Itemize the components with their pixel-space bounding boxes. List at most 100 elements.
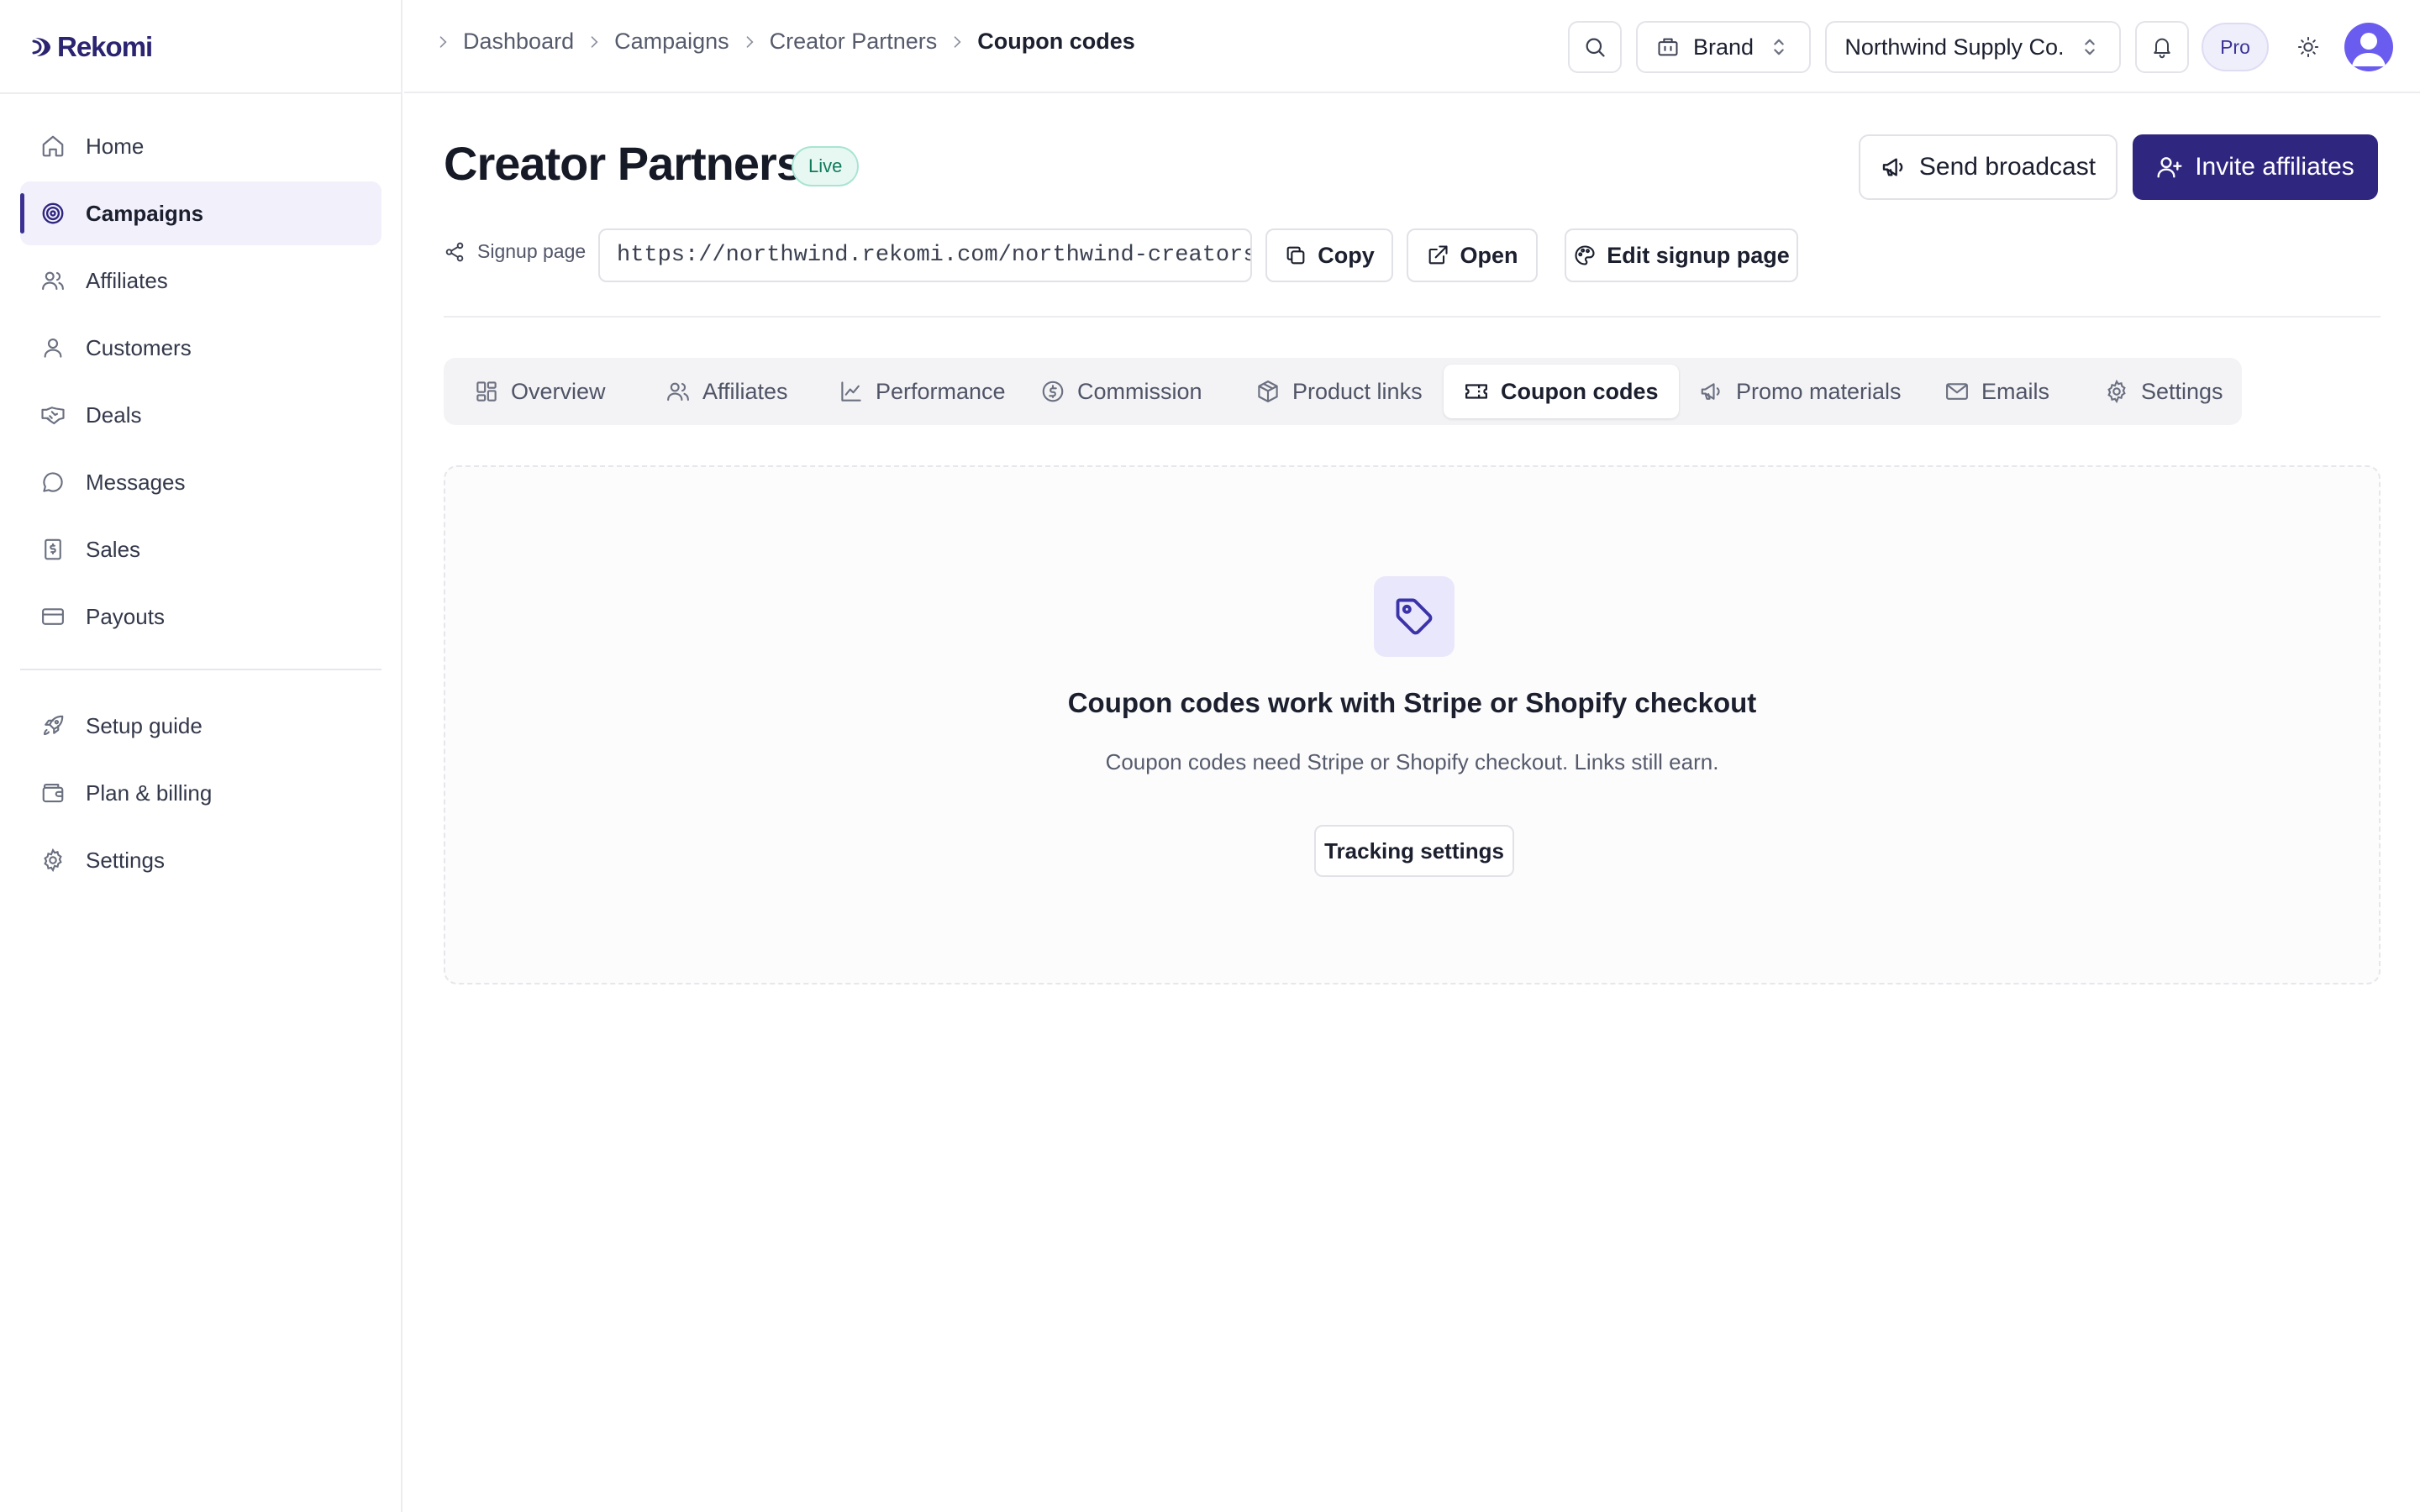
handshake-icon bbox=[41, 407, 65, 425]
tab-label: Coupon codes bbox=[1501, 378, 1659, 404]
open-url-button[interactable]: Open bbox=[1407, 228, 1538, 282]
share-icon bbox=[445, 242, 464, 261]
sidebar-item-payouts[interactable]: Payouts bbox=[20, 585, 381, 648]
sidebar-item-customers[interactable]: Customers bbox=[20, 316, 381, 380]
sidebar-item-label: Payouts bbox=[86, 603, 165, 629]
sidebar-item-home[interactable]: Home bbox=[20, 114, 381, 178]
sidebar-item-label: Plan & billing bbox=[86, 780, 213, 806]
megaphone-icon bbox=[1882, 158, 1903, 176]
sidebar-item-settings[interactable]: Settings bbox=[20, 828, 381, 892]
sidebar-item-label: Campaigns bbox=[86, 200, 204, 226]
breadcrumb-campaigns[interactable]: Campaigns bbox=[614, 29, 729, 55]
section-divider bbox=[444, 316, 2381, 318]
gear-icon bbox=[44, 848, 62, 873]
bell-icon bbox=[2154, 38, 2170, 59]
campaign-tabs: Overview Affiliates Performance Commissi… bbox=[444, 358, 2242, 425]
empty-state-card: Coupon codes work with Stripe or Shopify… bbox=[444, 465, 2381, 984]
tab-settings[interactable]: Settings bbox=[2084, 365, 2244, 418]
breadcrumb-dashboard[interactable]: Dashboard bbox=[463, 29, 574, 55]
tab-performance[interactable]: Performance bbox=[818, 365, 1026, 418]
send-broadcast-button[interactable]: Send broadcast bbox=[1859, 134, 2118, 200]
logo-mark-icon bbox=[32, 38, 50, 56]
notifications-button[interactable] bbox=[2135, 21, 2189, 73]
sidebar-item-plan-billing[interactable]: Plan & billing bbox=[20, 761, 381, 825]
tab-label: Promo materials bbox=[1736, 378, 1902, 404]
invite-affiliates-button[interactable]: Invite affiliates bbox=[2133, 134, 2378, 200]
tab-affiliates[interactable]: Affiliates bbox=[645, 365, 808, 418]
theme-toggle-button[interactable] bbox=[2281, 21, 2335, 73]
status-badge: Live bbox=[792, 146, 860, 186]
open-label: Open bbox=[1460, 242, 1518, 268]
chevron-right-icon bbox=[954, 35, 961, 48]
dollar-circle-icon bbox=[1042, 381, 1064, 402]
plan-badge[interactable]: Pro bbox=[2202, 23, 2269, 71]
wallet-icon bbox=[42, 783, 64, 803]
search-button[interactable] bbox=[1568, 21, 1622, 73]
sidebar-item-label: Customers bbox=[86, 334, 192, 360]
signup-url-field[interactable]: https://northwind.rekomi.com/northwind-c… bbox=[598, 228, 1252, 282]
edit-signup-page-button[interactable]: Edit signup page bbox=[1565, 228, 1798, 282]
sidebar-item-deals[interactable]: Deals bbox=[20, 383, 381, 447]
avatar[interactable] bbox=[2344, 23, 2393, 71]
tab-promo-materials[interactable]: Promo materials bbox=[1679, 365, 1922, 418]
copy-label: Copy bbox=[1318, 242, 1375, 268]
chevron-up-down-icon bbox=[2084, 39, 2095, 55]
package-icon bbox=[1258, 381, 1278, 402]
tab-commission[interactable]: Commission bbox=[1020, 365, 1223, 418]
tab-label: Emails bbox=[1981, 378, 2050, 404]
receipt-icon bbox=[45, 538, 61, 560]
sidebar-item-label: Sales bbox=[86, 536, 141, 562]
sun-icon bbox=[2297, 36, 2319, 58]
tab-label: Performance bbox=[876, 378, 1006, 404]
mail-icon bbox=[1946, 383, 1968, 400]
tracking-settings-button[interactable]: Tracking settings bbox=[1314, 825, 1514, 877]
megaphone-icon bbox=[1701, 383, 1720, 400]
tab-emails[interactable]: Emails bbox=[1924, 365, 2070, 418]
chevron-up-down-icon bbox=[1774, 39, 1784, 55]
target-icon bbox=[42, 202, 64, 224]
palette-icon bbox=[1575, 245, 1595, 265]
sidebar-item-label: Home bbox=[86, 133, 145, 159]
message-icon bbox=[43, 472, 63, 492]
users-icon bbox=[667, 382, 689, 402]
sidebar-divider bbox=[0, 92, 402, 94]
mode-switcher[interactable]: Brand bbox=[1636, 21, 1811, 73]
page-title: Creator Partners bbox=[444, 137, 802, 190]
chevron-right-icon bbox=[591, 35, 598, 48]
empty-state-title: Coupon codes work with Stripe or Shopify… bbox=[1067, 687, 1757, 718]
logo[interactable]: Rekomi bbox=[30, 30, 153, 64]
sidebar-item-label: Settings bbox=[86, 847, 165, 873]
tab-product-links[interactable]: Product links bbox=[1235, 365, 1443, 418]
copy-url-button[interactable]: Copy bbox=[1265, 228, 1393, 282]
sidebar-item-label: Setup guide bbox=[86, 712, 203, 738]
sidebar-item-setup-guide[interactable]: Setup guide bbox=[20, 694, 381, 758]
external-link-icon bbox=[1429, 245, 1449, 265]
rocket-icon bbox=[43, 715, 64, 736]
signup-page-label: Signup page bbox=[444, 240, 586, 263]
tab-label: Overview bbox=[511, 378, 606, 404]
ticket-icon bbox=[1465, 384, 1487, 399]
send-broadcast-label: Send broadcast bbox=[1918, 153, 2096, 181]
mode-label: Brand bbox=[1692, 34, 1754, 60]
tab-overview[interactable]: Overview bbox=[454, 365, 626, 418]
empty-state-description: Coupon codes need Stripe or Shopify chec… bbox=[1105, 749, 1719, 774]
sidebar-item-campaigns[interactable]: Campaigns bbox=[20, 181, 381, 245]
top-header: Dashboard Campaigns Creator Partners Cou… bbox=[404, 0, 2420, 93]
sidebar-divider bbox=[20, 669, 381, 670]
workspace-label: Northwind Supply Co. bbox=[1844, 34, 2065, 60]
sidebar-item-sales[interactable]: Sales bbox=[20, 517, 381, 581]
grid-icon bbox=[476, 381, 497, 402]
empty-state-icon bbox=[1374, 576, 1455, 657]
chart-line-icon bbox=[841, 381, 861, 402]
tab-coupon-codes[interactable]: Coupon codes bbox=[1444, 365, 1679, 418]
credit-card-icon bbox=[42, 608, 64, 625]
sidebar-item-affiliates[interactable]: Affiliates bbox=[20, 249, 381, 312]
users-icon bbox=[42, 271, 64, 291]
sidebar-item-messages[interactable]: Messages bbox=[20, 450, 381, 514]
breadcrumb-current: Coupon codes bbox=[977, 29, 1135, 54]
sidebar-item-label: Affiliates bbox=[86, 267, 168, 293]
sidebar-item-label: Deals bbox=[86, 402, 142, 428]
logo-text: Rekomi bbox=[57, 31, 153, 62]
workspace-switcher[interactable]: Northwind Supply Co. bbox=[1825, 21, 2121, 73]
breadcrumb-creator-partners[interactable]: Creator Partners bbox=[770, 29, 938, 55]
